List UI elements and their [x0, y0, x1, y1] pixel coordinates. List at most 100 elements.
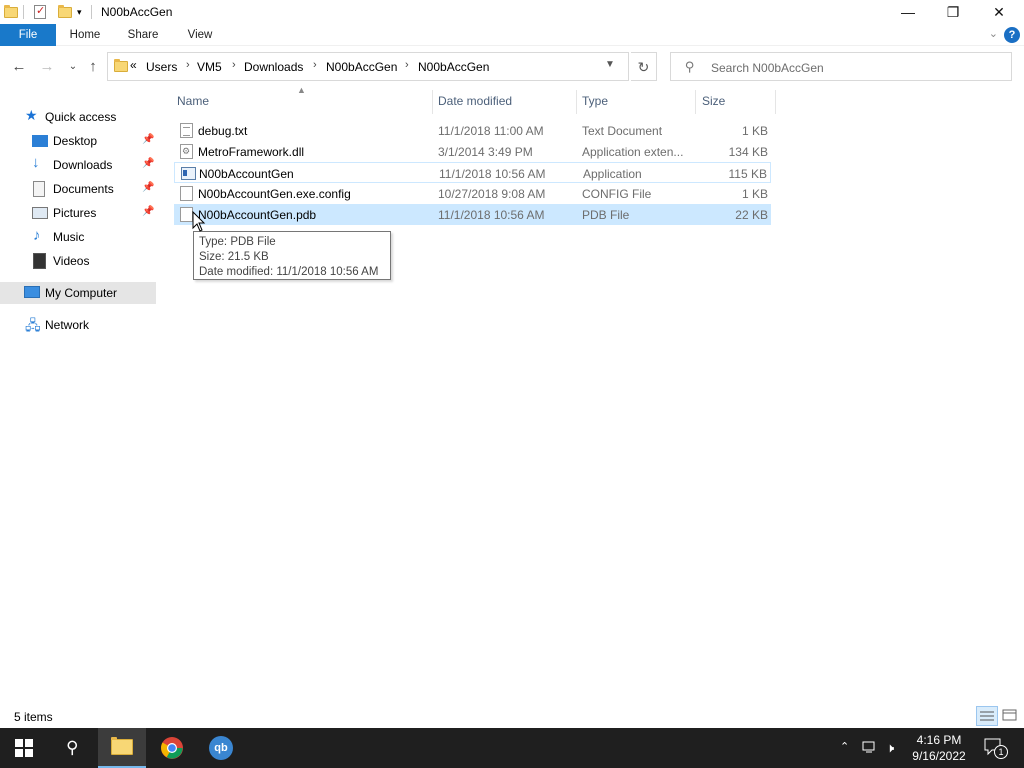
file-row-selected[interactable]: N00bAccountGen.pdb 11/1/2018 10:56 AM PD… — [174, 204, 771, 225]
pin-icon: 📌 — [142, 182, 155, 193]
new-folder-icon[interactable] — [58, 4, 72, 20]
column-divider[interactable] — [576, 90, 577, 114]
chevron-right-icon[interactable]: › — [232, 59, 236, 71]
chevron-right-icon[interactable]: › — [186, 59, 190, 71]
nav-music[interactable]: ♪ Music — [0, 226, 156, 248]
forward-arrow-icon[interactable]: → — [38, 58, 56, 76]
start-button[interactable] — [0, 728, 48, 768]
restore-button[interactable]: ❐ — [930, 0, 976, 24]
tab-view[interactable]: View — [178, 24, 222, 46]
volume-icon[interactable]: 🕨 — [886, 740, 894, 756]
chevron-right-icon[interactable]: › — [405, 59, 409, 71]
tab-share[interactable]: Share — [120, 24, 166, 46]
folder-icon — [114, 59, 128, 72]
close-button[interactable]: ✕ — [976, 0, 1022, 24]
tab-home[interactable]: Home — [62, 24, 108, 46]
documents-icon — [33, 181, 45, 197]
search-button[interactable]: ⚲ — [48, 728, 96, 768]
file-type: Application — [583, 167, 642, 181]
details-view-icon[interactable] — [976, 706, 998, 726]
column-header-name[interactable]: Name — [177, 94, 209, 108]
nav-quick-access[interactable]: ★ Quick access — [0, 106, 156, 128]
file-explorer-icon — [111, 737, 133, 755]
file-row[interactable]: debug.txt 11/1/2018 11:00 AM Text Docume… — [174, 120, 771, 141]
chevron-down-icon[interactable]: ▼ — [605, 59, 615, 70]
chevron-up-icon[interactable]: ⌃ — [840, 740, 849, 753]
nav-downloads[interactable]: ↓ Downloads 📌 — [0, 154, 156, 176]
overflow-icon[interactable]: « — [130, 58, 137, 72]
minimize-button[interactable]: — — [885, 0, 931, 24]
tooltip-modified: Date modified: 11/1/2018 10:56 AM — [199, 266, 379, 278]
recent-locations-icon[interactable]: ⌄ — [64, 58, 82, 76]
title-bar: ▾ N00bAccGen — ❐ ✕ — [0, 0, 1024, 24]
properties-icon[interactable] — [34, 4, 46, 20]
file-date: 11/1/2018 10:56 AM — [439, 167, 546, 181]
folder-icon — [4, 4, 18, 20]
clock-date: 9/16/2022 — [912, 749, 966, 763]
nav-label: Videos — [53, 254, 90, 268]
column-header-type[interactable]: Type — [582, 94, 608, 108]
back-arrow-icon[interactable]: ← — [10, 58, 28, 76]
file-name: N00bAccountGen — [199, 167, 294, 181]
file-row[interactable]: MetroFramework.dll 3/1/2014 3:49 PM Appl… — [174, 141, 771, 162]
nav-my-computer[interactable]: My Computer — [0, 282, 156, 304]
breadcrumb-n00baccgen-current[interactable]: N00bAccGen — [418, 60, 489, 74]
nav-label: Downloads — [53, 158, 113, 172]
desktop-icon — [32, 135, 48, 147]
file-type: PDB File — [582, 208, 630, 222]
address-bar[interactable]: « Users › VM5 › Downloads › N00bAccGen ›… — [107, 52, 629, 81]
breadcrumb-vm5[interactable]: VM5 — [197, 60, 222, 74]
file-date: 10/27/2018 9:08 AM — [438, 187, 546, 201]
column-divider[interactable] — [432, 90, 433, 114]
file-name: debug.txt — [198, 124, 248, 138]
taskbar-chrome[interactable] — [148, 728, 196, 768]
breadcrumb-users[interactable]: Users — [146, 60, 177, 74]
column-header-date[interactable]: Date modified — [438, 94, 512, 108]
qbittorrent-icon: qb — [209, 736, 233, 760]
file-date: 11/1/2018 10:56 AM — [438, 208, 545, 222]
column-divider[interactable] — [775, 90, 776, 114]
mouse-cursor-icon — [192, 211, 206, 232]
nav-label: Documents — [53, 182, 114, 196]
search-input[interactable]: ⚲ Search N00bAccGen — [670, 52, 1012, 81]
breadcrumb-downloads[interactable]: Downloads — [244, 60, 303, 74]
file-date: 11/1/2018 11:00 AM — [438, 124, 544, 138]
clock-time: 4:16 PM — [916, 733, 962, 747]
nav-desktop[interactable]: Desktop 📌 — [0, 130, 156, 152]
file-row[interactable]: N00bAccountGen 11/1/2018 10:56 AM Applic… — [174, 162, 771, 183]
status-bar: 5 items — [0, 706, 1024, 728]
refresh-icon[interactable]: ↻ — [631, 52, 657, 81]
breadcrumb-n00baccgen[interactable]: N00bAccGen — [326, 60, 397, 74]
network-status-icon[interactable] — [862, 740, 878, 757]
downloads-icon: ↓ — [32, 154, 40, 171]
column-divider[interactable] — [695, 90, 696, 114]
expand-ribbon-icon[interactable]: ⌄ — [989, 27, 998, 40]
chevron-right-icon[interactable]: › — [313, 59, 317, 71]
nav-network[interactable]: 🖧 Network — [0, 314, 156, 336]
network-icon: 🖧 — [25, 317, 41, 333]
tab-file[interactable]: File — [0, 24, 56, 46]
file-name: N00bAccountGen.exe.config — [198, 187, 351, 201]
help-icon[interactable]: ? — [1004, 27, 1020, 43]
windows-logo-icon — [15, 739, 33, 757]
up-arrow-icon[interactable]: ↑ — [84, 58, 102, 76]
large-icons-view-icon[interactable] — [1000, 706, 1022, 726]
taskbar: ⚲ qb ⌃ 🕨 4:16 PM 9/16/2022 1 — [0, 728, 1024, 768]
taskbar-qbittorrent[interactable]: qb — [197, 728, 245, 768]
file-name: N00bAccountGen.pdb — [198, 208, 317, 222]
ribbon: File Home Share View ⌄ ? — [0, 24, 1024, 46]
taskbar-file-explorer[interactable] — [98, 728, 146, 768]
file-date: 3/1/2014 3:49 PM — [438, 145, 533, 159]
file-size: 1 KB — [741, 187, 768, 201]
search-placeholder: Search N00bAccGen — [711, 61, 824, 75]
file-row[interactable]: N00bAccountGen.exe.config 10/27/2018 9:0… — [174, 183, 771, 204]
nav-videos[interactable]: Videos — [0, 250, 156, 272]
chrome-icon — [161, 737, 183, 759]
nav-label: Network — [45, 318, 90, 332]
clock[interactable]: 4:16 PM 9/16/2022 — [906, 732, 972, 764]
nav-documents[interactable]: Documents 📌 — [0, 178, 156, 200]
customize-toolbar-icon[interactable]: ▾ — [77, 4, 82, 20]
column-header-size[interactable]: Size — [702, 94, 725, 108]
nav-pictures[interactable]: Pictures 📌 — [0, 202, 156, 224]
nav-label: Music — [53, 230, 85, 244]
